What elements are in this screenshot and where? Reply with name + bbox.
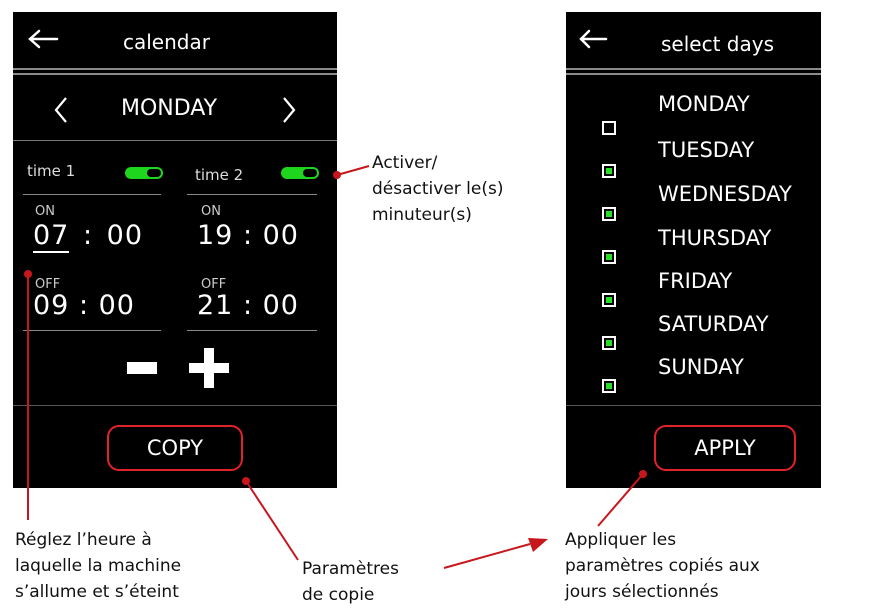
toggle-annotation: Activer/ désactiver le(s) minuteur(s) bbox=[372, 150, 503, 228]
time-pointer-dot bbox=[24, 270, 32, 278]
annotation-line: paramètres copiés aux bbox=[565, 556, 760, 576]
toggle-pointer-line bbox=[336, 165, 370, 176]
annotation-line: laquelle la machine bbox=[15, 556, 182, 576]
annotation-lines bbox=[27, 165, 644, 569]
apply-pointer-line bbox=[597, 473, 644, 527]
annotation-line: de copie bbox=[302, 585, 375, 605]
annotation-line: désactiver le(s) bbox=[372, 179, 504, 199]
annotation-line: Activer/ bbox=[372, 153, 438, 173]
copy-to-apply-line bbox=[443, 543, 531, 569]
copy-pointer-line bbox=[245, 480, 299, 561]
arrowhead-icon bbox=[528, 538, 548, 552]
apply-pointer-dot bbox=[639, 470, 647, 478]
toggle-pointer-dot bbox=[333, 171, 341, 179]
annotation-line: Paramètres bbox=[302, 559, 399, 579]
copy-annotation: Paramètres de copie bbox=[302, 556, 399, 608]
apply-annotation: Appliquer les paramètres copiés aux jour… bbox=[565, 527, 760, 605]
annotation-line: jours sélectionnés bbox=[565, 582, 719, 602]
annotation-line: s’allume et s’éteint bbox=[15, 582, 179, 602]
time-annotation: Réglez l’heure à laquelle la machine s’a… bbox=[15, 527, 181, 605]
annotation-line: Appliquer les bbox=[565, 530, 677, 550]
annotation-line: minuteur(s) bbox=[372, 205, 472, 225]
annotation-line: Réglez l’heure à bbox=[15, 530, 152, 550]
copy-pointer-dot bbox=[242, 477, 250, 485]
